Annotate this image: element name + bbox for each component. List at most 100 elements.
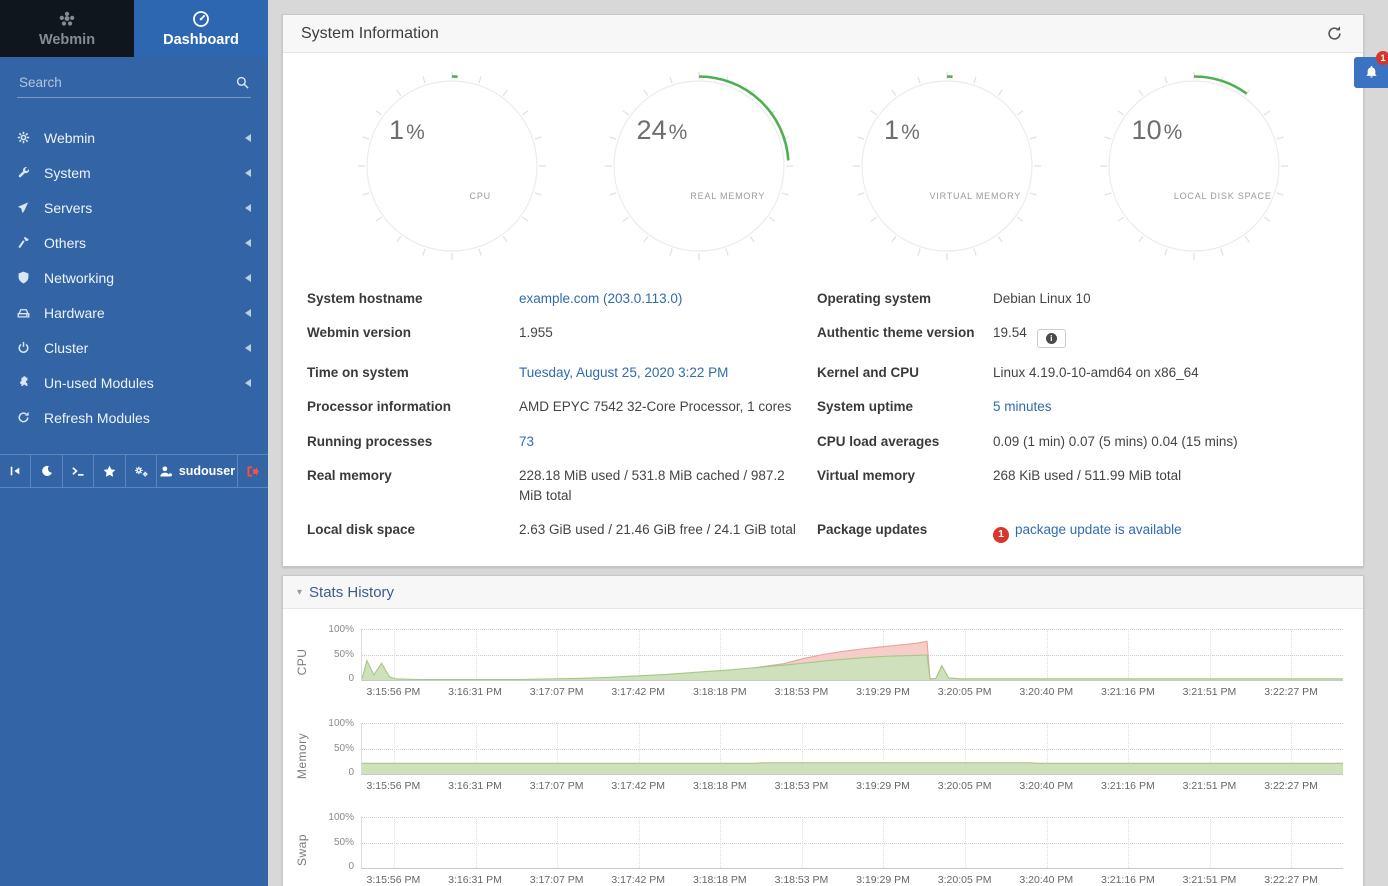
chart-x-axis: 3:15:56 PM3:16:31 PM3:17:07 PM3:17:42 PM…	[361, 681, 1343, 701]
notifications-bell-button[interactable]: 1	[1354, 57, 1388, 88]
gauge-label: CPU	[470, 191, 491, 201]
sidebar-item-refresh-modules[interactable]: Refresh Modules	[0, 400, 268, 435]
settings-button[interactable]	[126, 455, 157, 487]
chevron-left-icon	[245, 274, 251, 282]
sidebar-item-label: Hardware	[44, 305, 245, 321]
chart-y-axis: 100%50%0	[313, 817, 361, 869]
sidebar-item-system[interactable]: System	[0, 155, 268, 190]
sidebar-item-label: Webmin	[44, 130, 245, 146]
info-value-time-on-system: Tuesday, August 25, 2020 3:22 PM	[519, 355, 817, 390]
user-menu-button[interactable]: sudouser	[157, 455, 237, 487]
logout-button[interactable]	[238, 455, 268, 487]
chart-y-axis: 100%50%0	[313, 723, 361, 775]
chart-axis-name: CPU	[291, 629, 313, 701]
info-label-package-updates: Package updates	[817, 513, 993, 551]
stats-history-toggle[interactable]: ▾ Stats History	[283, 576, 1363, 609]
info-link-system-hostname[interactable]: example.com (203.0.113.0)	[519, 291, 682, 306]
x-tick-label: 3:20:40 PM	[1019, 874, 1073, 886]
paper-plane-icon	[17, 201, 44, 214]
x-tick-label: 3:18:18 PM	[693, 780, 747, 792]
info-link-time-on-system[interactable]: Tuesday, August 25, 2020 3:22 PM	[519, 365, 728, 380]
info-label-running-processes: Running processes	[307, 424, 519, 459]
tab-dashboard[interactable]: Dashboard	[134, 0, 268, 57]
info-link-system-uptime[interactable]: 5 minutes	[993, 399, 1052, 414]
chart-plot-area	[361, 629, 1343, 681]
info-value-virtual-memory: 268 KiB used / 511.99 MiB total	[993, 459, 1343, 513]
gauge-local-disk-space: 10%LOCAL DISK SPACE	[1099, 71, 1289, 261]
info-label-system-hostname: System hostname	[307, 281, 519, 316]
collapse-sidebar-button[interactable]	[0, 455, 31, 487]
hdd-icon	[17, 306, 44, 319]
x-tick-label: 3:16:31 PM	[448, 686, 502, 698]
chart-plot-area	[361, 817, 1343, 869]
system-information-header: System Information	[283, 15, 1363, 53]
sidebar-menu: Webmin SystemServersOthersNetworking Hardw…	[0, 102, 268, 435]
gauge-label: REAL MEMORY	[690, 191, 765, 201]
chevron-left-icon	[245, 204, 251, 212]
x-tick-label: 3:17:42 PM	[611, 874, 665, 886]
x-tick-label: 3:15:56 PM	[367, 780, 421, 792]
info-value-system-uptime: 5 minutes	[993, 390, 1343, 425]
sidebar-item-cluster[interactable]: Cluster	[0, 330, 268, 365]
x-tick-label: 3:21:16 PM	[1101, 686, 1155, 698]
chart-axis-name: Swap	[291, 817, 313, 886]
system-information-panel: System Information 1%CPU24%REAL MEMORY1%…	[282, 14, 1364, 567]
search-icon[interactable]	[236, 76, 249, 89]
tab-webmin[interactable]: Webmin	[0, 0, 134, 57]
sidebar-item-webmin[interactable]: Webmin	[0, 120, 268, 155]
x-tick-label: 3:18:18 PM	[693, 874, 747, 886]
y-tick-label: 50%	[334, 837, 354, 848]
x-tick-label: 3:20:40 PM	[1019, 686, 1073, 698]
sidebar-item-networking[interactable]: Networking	[0, 260, 268, 295]
gears-icon	[134, 465, 149, 478]
y-tick-label: 100%	[328, 718, 354, 729]
dashboard-gauge-icon	[192, 10, 210, 29]
sidebar-item-others[interactable]: Others	[0, 225, 268, 260]
x-tick-label: 3:16:31 PM	[448, 874, 502, 886]
info-label-processor-information: Processor information	[307, 390, 519, 425]
user-icon	[159, 465, 173, 478]
puzzle-icon	[17, 376, 44, 389]
sidebar-item-un-used-modules[interactable]: Un-used Modules	[0, 365, 268, 400]
info-value-webmin-version: 1.955	[519, 316, 817, 356]
bell-icon	[1364, 65, 1379, 80]
info-link-package-updates[interactable]: package update is available	[1015, 522, 1182, 537]
favorites-button[interactable]	[94, 455, 125, 487]
sidebar-item-servers[interactable]: Servers	[0, 190, 268, 225]
x-tick-label: 3:17:42 PM	[611, 686, 665, 698]
gauge-value: 1%	[884, 115, 920, 146]
x-tick-label: 3:20:05 PM	[938, 874, 992, 886]
terminal-button[interactable]	[63, 455, 94, 487]
info-label-cpu-load-averages: CPU load averages	[817, 424, 993, 459]
x-tick-label: 3:21:16 PM	[1101, 874, 1155, 886]
refresh-button[interactable]	[1324, 23, 1345, 44]
charts: CPU100%50%03:15:56 PM3:16:31 PM3:17:07 P…	[283, 609, 1363, 886]
system-info-table: System hostnameexample.com (203.0.113.0)…	[283, 267, 1363, 566]
gauge-virtual-memory: 1%VIRTUAL MEMORY	[852, 71, 1042, 261]
sync-icon	[17, 411, 44, 424]
x-tick-label: 3:18:53 PM	[775, 686, 829, 698]
sign-out-icon	[246, 465, 259, 478]
night-mode-button[interactable]	[31, 455, 62, 487]
x-tick-label: 3:22:27 PM	[1264, 780, 1318, 792]
stats-history-title: Stats History	[309, 584, 394, 601]
moon-icon	[41, 465, 53, 477]
info-value-system-hostname: example.com (203.0.113.0)	[519, 281, 817, 316]
search-input[interactable]	[19, 75, 236, 90]
info-icon: i	[1046, 333, 1057, 344]
theme-info-button[interactable]: i	[1037, 329, 1066, 348]
info-link-running-processes[interactable]: 73	[519, 434, 534, 449]
x-tick-label: 3:17:42 PM	[611, 780, 665, 792]
info-value-running-processes: 73	[519, 424, 817, 459]
info-value-kernel-and-cpu: Linux 4.19.0-10-amd64 on x86_64	[993, 355, 1343, 390]
chevron-left-icon	[245, 309, 251, 317]
sidebar-item-hardware[interactable]: Hardware	[0, 295, 268, 330]
sidebar-item-label: Un-used Modules	[44, 375, 245, 391]
x-tick-label: 3:21:51 PM	[1183, 686, 1237, 698]
collapse-icon	[9, 465, 21, 477]
info-label-authentic-theme-version: Authentic theme version	[817, 316, 993, 356]
y-tick-label: 0	[348, 673, 354, 684]
x-tick-label: 3:17:07 PM	[530, 686, 584, 698]
sidebar-item-label: Cluster	[44, 340, 245, 356]
gauges-row: 1%CPU24%REAL MEMORY1%VIRTUAL MEMORY10%LO…	[283, 53, 1363, 267]
